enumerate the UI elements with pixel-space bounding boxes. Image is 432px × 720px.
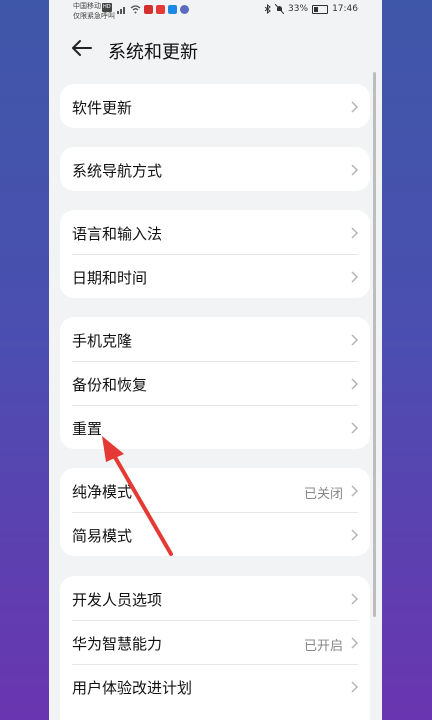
title-bar: 系统和更新 [49, 30, 382, 70]
carrier-info: 中国移动 HD 仅限紧急呼叫 [73, 2, 115, 21]
clock-time: 17:46 [332, 4, 358, 14]
settings-item-label: 备份和恢复 [72, 376, 148, 394]
chevron-right-icon [351, 164, 359, 176]
settings-item-label: 华为智慧能力 [72, 635, 163, 653]
signal-4g-icon [117, 7, 125, 14]
chevron-right-icon [351, 227, 359, 239]
chevron-right-icon [351, 593, 359, 605]
settings-group: 语言和输入法 日期和时间 [60, 210, 370, 298]
settings-item-label: 系统导航方式 [72, 162, 163, 180]
battery-percent: 33% [288, 4, 309, 14]
chevron-right-icon [351, 334, 359, 346]
app-icon-4 [180, 5, 189, 14]
scrollbar[interactable] [373, 72, 376, 617]
settings-item-label: 开发人员选项 [72, 591, 163, 609]
settings-item-developer-options[interactable]: 开发人员选项 [60, 576, 370, 620]
settings-item-language-input[interactable]: 语言和输入法 [60, 210, 370, 254]
settings-group: 纯净模式 已关闭 简易模式 [60, 468, 370, 556]
status-right: 33% 17:46 [265, 4, 358, 14]
settings-item-reset[interactable]: 重置 [60, 405, 370, 449]
settings-item-navigation[interactable]: 系统导航方式 [60, 147, 370, 191]
settings-group: 手机克隆 备份和恢复 重置 [60, 317, 370, 449]
app-icon-1 [144, 5, 153, 14]
settings-item-date-time[interactable]: 日期和时间 [60, 254, 370, 298]
chevron-right-icon [351, 485, 359, 497]
settings-item-phone-clone[interactable]: 手机克隆 [60, 317, 370, 361]
settings-item-label: 语言和输入法 [72, 225, 163, 243]
settings-item-label: 纯净模式 [72, 483, 133, 501]
settings-item-simple-mode[interactable]: 简易模式 [60, 512, 370, 556]
settings-item-label: 重置 [72, 420, 103, 438]
mute-icon [275, 4, 285, 14]
wifi-icon [130, 5, 141, 14]
settings-item-label: 日期和时间 [72, 269, 148, 287]
settings-item-software-update[interactable]: 软件更新 [60, 84, 370, 128]
settings-item-label: 简易模式 [72, 527, 133, 545]
app-icon-3 [168, 5, 177, 14]
app-icon-2 [156, 5, 165, 14]
chevron-right-icon [351, 637, 359, 649]
settings-item-label: 用户体验改进计划 [72, 679, 193, 697]
settings-item-label: 软件更新 [72, 99, 133, 117]
chevron-right-icon [351, 271, 359, 283]
back-arrow-icon[interactable] [71, 38, 93, 58]
status-icons [117, 5, 189, 14]
settings-group: 系统导航方式 [60, 147, 370, 191]
settings-item-label: 手机克隆 [72, 332, 133, 350]
phone-screen: 中国移动 HD 仅限紧急呼叫 33% 17:46 系统和更新 软件更新 系统导航… [49, 0, 382, 720]
carrier-name: 中国移动 [73, 2, 101, 10]
hd-badge: HD [102, 3, 112, 12]
bluetooth-icon [265, 4, 271, 14]
settings-item-huawei-intelligence[interactable]: 华为智慧能力 已开启 [60, 620, 370, 664]
settings-group: 开发人员选项 华为智慧能力 已开启 用户体验改进计划 [60, 576, 370, 720]
chevron-right-icon [351, 101, 359, 113]
chevron-right-icon [351, 378, 359, 390]
page-title: 系统和更新 [108, 42, 198, 63]
settings-item-value: 已开启 [303, 639, 343, 654]
settings-group: 软件更新 [60, 84, 370, 128]
settings-item-pure-mode[interactable]: 纯净模式 已关闭 [60, 468, 370, 512]
settings-item-backup-restore[interactable]: 备份和恢复 [60, 361, 370, 405]
battery-icon [312, 4, 329, 14]
settings-item-value: 已关闭 [303, 487, 343, 502]
emergency-only-text: 仅限紧急呼叫 [73, 12, 115, 20]
chevron-right-icon [351, 422, 359, 434]
status-bar: 中国移动 HD 仅限紧急呼叫 33% 17:46 [49, 0, 382, 22]
chevron-right-icon [351, 529, 359, 541]
chevron-right-icon [351, 681, 359, 693]
settings-item-user-experience[interactable]: 用户体验改进计划 [60, 664, 370, 708]
